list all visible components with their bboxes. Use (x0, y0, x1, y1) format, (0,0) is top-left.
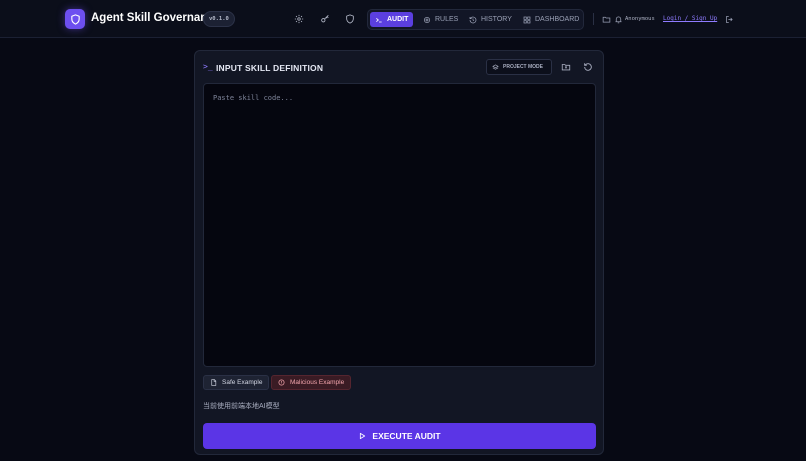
project-mode-button[interactable]: PROJECT MODE (486, 59, 552, 75)
execute-audit-button[interactable]: EXECUTE AUDIT (203, 423, 596, 449)
safe-example-label: Safe Example (222, 379, 263, 386)
safe-example-button[interactable]: Safe Example (203, 375, 270, 390)
reset-icon[interactable] (582, 61, 594, 73)
settings-icon[interactable] (293, 13, 305, 25)
logout-icon[interactable] (723, 13, 735, 25)
play-icon (360, 432, 366, 440)
skill-code-editor[interactable] (203, 83, 596, 367)
user-name: Anonymous (625, 16, 655, 22)
upload-folder-icon[interactable] (560, 61, 572, 73)
tab-audit[interactable]: AUDIT (370, 12, 414, 27)
grid-icon (523, 16, 531, 23)
alert-circle-icon (278, 379, 285, 386)
tab-audit-label: AUDIT (387, 16, 409, 23)
tab-history[interactable]: HISTORY (464, 12, 517, 27)
skill-input-panel: >_ INPUT SKILL DEFINITION PROJECT MODE S… (194, 50, 604, 455)
shield-icon[interactable] (344, 13, 356, 25)
app-logo (65, 9, 85, 29)
shield-logo-icon (70, 13, 80, 25)
tab-dashboard-label: DASHBOARD (535, 16, 580, 23)
file-icon (211, 379, 217, 386)
header-divider (593, 13, 594, 25)
tab-rules[interactable]: RULES (418, 12, 463, 27)
malicious-example-button[interactable]: Malicious Example (271, 375, 352, 390)
app-title: Agent Skill Governance (91, 12, 221, 24)
history-icon (469, 16, 477, 23)
panel-title: INPUT SKILL DEFINITION (216, 63, 324, 73)
tab-history-label: HISTORY (481, 16, 512, 23)
gear-icon (423, 16, 431, 23)
layers-icon (492, 64, 499, 70)
execute-audit-label: EXECUTE AUDIT (372, 431, 441, 441)
tab-rules-label: RULES (435, 16, 459, 23)
top-navigation-bar: Agent Skill Governance v0.1.0 AUDIT RULE… (0, 0, 806, 38)
terminal-icon (376, 17, 382, 22)
model-status-note: 当前使用前端本地AI模型 (203, 403, 280, 410)
folder-icon[interactable] (600, 13, 612, 25)
login-signup-link[interactable]: Login / Sign Up (663, 15, 717, 22)
malicious-example-label: Malicious Example (290, 379, 345, 386)
tab-dashboard[interactable]: DASHBOARD (518, 12, 584, 27)
main-nav-tabs: AUDIT RULES HISTORY DASHBOARD (367, 9, 584, 30)
key-icon[interactable] (319, 13, 331, 25)
version-badge: v0.1.0 (203, 11, 235, 27)
user-icon (612, 13, 624, 25)
project-mode-label: PROJECT MODE (503, 64, 544, 70)
terminal-prompt-icon: >_ (203, 62, 213, 71)
